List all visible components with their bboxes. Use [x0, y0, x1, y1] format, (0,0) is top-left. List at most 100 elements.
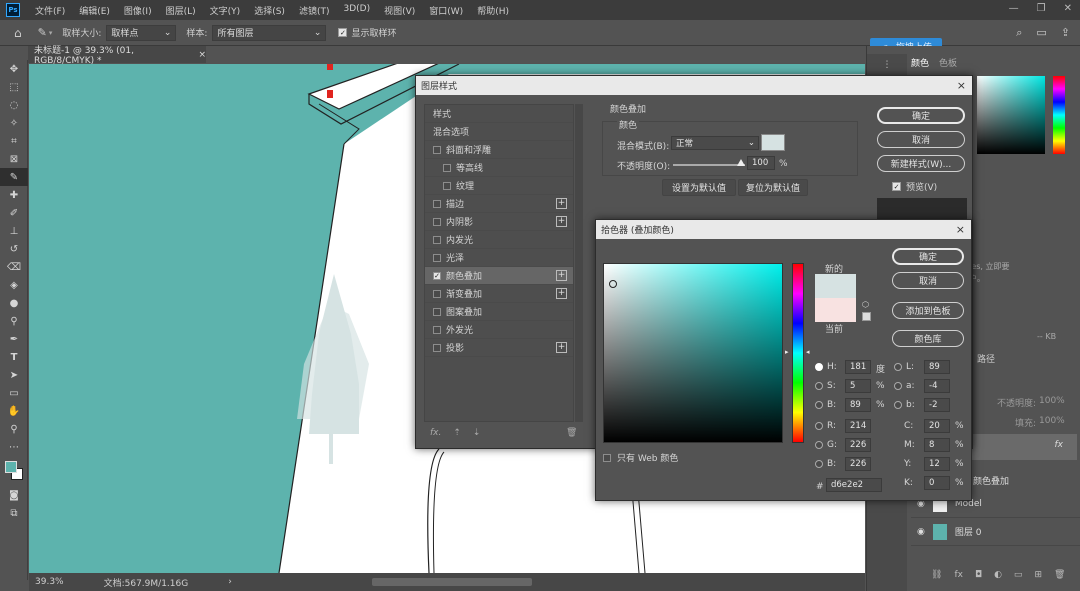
- tab-color[interactable]: 颜色: [911, 56, 929, 69]
- style-checkbox[interactable]: [433, 253, 441, 262]
- search-icon[interactable]: ⌕: [1016, 26, 1022, 40]
- quick-select-tool-icon[interactable]: ✧: [0, 114, 28, 132]
- rectangle-tool-icon[interactable]: ▭: [0, 384, 28, 402]
- opacity-input[interactable]: 100: [747, 156, 775, 170]
- zoom-tool-icon[interactable]: ⚲: [0, 420, 28, 438]
- selected-layer-row[interactable]: fx: [967, 434, 1077, 460]
- add-effect-icon[interactable]: +: [556, 342, 567, 353]
- move-up-icon[interactable]: ⇡: [453, 428, 461, 438]
- style-checkbox[interactable]: [433, 325, 441, 334]
- menu-item[interactable]: 文件(F): [28, 4, 72, 17]
- color-value-input[interactable]: 20: [924, 419, 950, 433]
- hand-tool-icon[interactable]: ✋: [0, 402, 28, 420]
- web-only-checkbox[interactable]: [603, 453, 611, 462]
- frame-tool-icon[interactable]: ⊠: [0, 150, 28, 168]
- color-value-input[interactable]: 214: [845, 419, 871, 433]
- overlay-color-swatch[interactable]: [761, 134, 785, 151]
- add-effect-icon[interactable]: +: [556, 270, 567, 281]
- color-value-input[interactable]: 8: [924, 438, 950, 452]
- color-value-input[interactable]: 226: [845, 438, 871, 452]
- style-item[interactable]: 混合选项: [425, 123, 573, 141]
- fx-menu-icon[interactable]: fx.: [430, 428, 441, 438]
- color-mode-radio[interactable]: [815, 422, 823, 430]
- color-mode-radio[interactable]: [894, 363, 902, 371]
- gamut-warning-icon[interactable]: ⬡: [862, 300, 869, 309]
- style-checkbox[interactable]: [443, 163, 451, 172]
- color-mode-radio[interactable]: [815, 401, 823, 409]
- style-checkbox[interactable]: [433, 289, 441, 298]
- menu-item[interactable]: 图层(L): [159, 4, 203, 17]
- document-tab[interactable]: 未标题-1 @ 39.3% (01, RGB/8/CMYK) * ×: [28, 46, 206, 66]
- style-item[interactable]: 内阴影 +: [425, 213, 573, 231]
- color-value-input[interactable]: 0: [924, 476, 950, 490]
- status-arrow-icon[interactable]: ›: [228, 577, 232, 587]
- paint-bucket-icon[interactable]: ◈: [0, 276, 28, 294]
- style-checkbox[interactable]: ✓: [433, 271, 441, 280]
- screen-mode-icon[interactable]: ⧉: [0, 504, 28, 522]
- menu-item[interactable]: 视图(V): [377, 4, 422, 17]
- style-item[interactable]: 描边 +: [425, 195, 573, 213]
- style-list-scrollbar[interactable]: [575, 104, 583, 422]
- menu-item[interactable]: 窗口(W): [422, 4, 470, 17]
- style-checkbox[interactable]: [433, 343, 441, 352]
- tab-swatches[interactable]: 色板: [939, 56, 957, 69]
- hex-input[interactable]: d6e2e2: [826, 478, 882, 492]
- new-style-button[interactable]: 新建样式(W)...: [877, 155, 965, 172]
- blend-mode-select[interactable]: 正常 ⌄: [671, 136, 759, 150]
- opacity-slider-thumb[interactable]: [737, 159, 745, 166]
- sample-select[interactable]: 所有图层 ⌄: [212, 24, 327, 41]
- layer-opacity-value[interactable]: 100%: [1039, 396, 1065, 406]
- menu-item[interactable]: 3D(D): [336, 4, 377, 17]
- adjustment-icon[interactable]: ◐: [994, 570, 1002, 580]
- pen-tool-icon[interactable]: ✒: [0, 330, 28, 348]
- link-icon[interactable]: ⛓: [931, 570, 942, 580]
- hue-slider-right-arrow[interactable]: ◂: [806, 348, 810, 356]
- menu-item[interactable]: 选择(S): [247, 4, 292, 17]
- layer-row-0[interactable]: ◉ 图层 0: [911, 518, 1080, 546]
- style-item[interactable]: 外发光: [425, 321, 573, 339]
- color-mode-radio[interactable]: [815, 382, 823, 390]
- color-mode-radio[interactable]: [894, 382, 902, 390]
- move-tool-icon[interactable]: ✥: [0, 60, 28, 78]
- style-checkbox[interactable]: [433, 307, 441, 316]
- set-default-button[interactable]: 设置为默认值: [662, 179, 736, 196]
- move-down-icon[interactable]: ⇣: [473, 428, 481, 438]
- more-tools-icon[interactable]: ⋯: [0, 438, 28, 456]
- color-value-input[interactable]: 89: [924, 360, 950, 374]
- color-mode-radio[interactable]: [815, 363, 823, 371]
- style-item[interactable]: 图案叠加: [425, 303, 573, 321]
- close-tab-icon[interactable]: ×: [198, 50, 206, 60]
- preview-checkbox[interactable]: ✓: [892, 182, 901, 191]
- eyedropper-tool-icon[interactable]: ✎: [0, 168, 28, 186]
- menu-item[interactable]: 文字(Y): [203, 4, 248, 17]
- brush-tool-icon[interactable]: ✐: [0, 204, 28, 222]
- picker-ok-button[interactable]: 确定: [892, 248, 964, 265]
- healing-tool-icon[interactable]: ✚: [0, 186, 28, 204]
- mini-color-field[interactable]: [977, 76, 1045, 154]
- hue-slider-left-arrow[interactable]: ▸: [785, 348, 789, 356]
- trash-icon[interactable]: 🗑: [566, 428, 577, 438]
- mask-icon[interactable]: ◘: [975, 570, 982, 580]
- fx-icon[interactable]: fx: [954, 570, 963, 580]
- folder-icon[interactable]: ▭: [1014, 570, 1023, 580]
- color-swatches[interactable]: [0, 456, 27, 486]
- style-item[interactable]: 内发光: [425, 231, 573, 249]
- cancel-button[interactable]: 取消: [877, 131, 965, 148]
- minimize-icon[interactable]: —: [1009, 3, 1019, 14]
- eraser-tool-icon[interactable]: ⌫: [0, 258, 28, 276]
- workspace-icon[interactable]: ▭: [1036, 26, 1046, 40]
- style-item[interactable]: ✓ 颜色叠加 +: [425, 267, 573, 285]
- layer-fill-value[interactable]: 100%: [1039, 416, 1065, 426]
- marquee-tool-icon[interactable]: ⬚: [0, 78, 28, 96]
- blur-tool-icon[interactable]: ●: [0, 294, 28, 312]
- add-effect-icon[interactable]: +: [556, 288, 567, 299]
- add-effect-icon[interactable]: +: [556, 198, 567, 209]
- opacity-slider-track[interactable]: [673, 164, 745, 166]
- color-value-input[interactable]: 12: [924, 457, 950, 471]
- close-icon[interactable]: ×: [957, 79, 966, 92]
- lasso-tool-icon[interactable]: ◌: [0, 96, 28, 114]
- stamp-tool-icon[interactable]: ⊥: [0, 222, 28, 240]
- menu-item[interactable]: 图像(I): [117, 4, 159, 17]
- color-libraries-button[interactable]: 颜色库: [892, 330, 964, 347]
- menu-item[interactable]: 滤镜(T): [292, 4, 337, 17]
